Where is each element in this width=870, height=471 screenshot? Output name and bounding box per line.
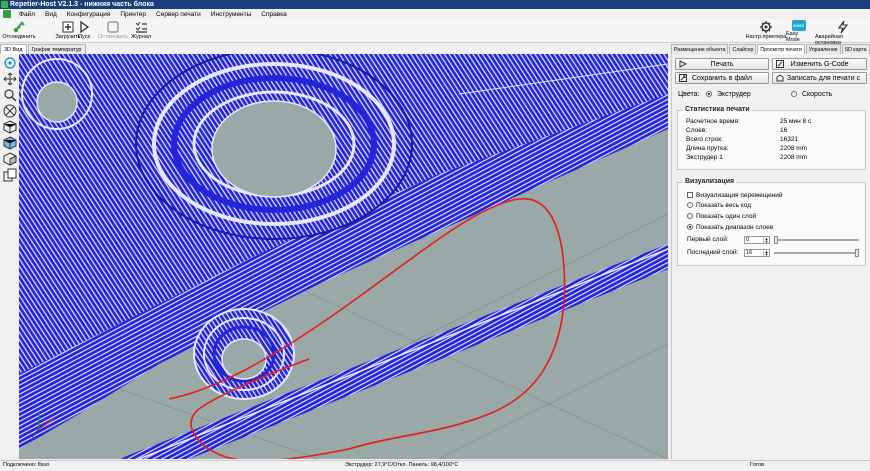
panel-tabs: Размещение объекта Слайсер Просмотр печа… xyxy=(671,44,870,54)
plug-icon xyxy=(13,21,25,33)
visualization-group: Визуализация Визуализация перемещений По… xyxy=(677,178,866,266)
tab-sd-card[interactable]: SD карта xyxy=(841,44,870,54)
tab-temperature-graph[interactable]: График температур xyxy=(27,44,86,54)
log-button[interactable]: Журнал xyxy=(131,20,151,42)
show-travel-option[interactable]: Визуализация перемещений xyxy=(687,192,783,199)
disconnect-button[interactable]: Отсоединить xyxy=(1,20,37,42)
menu-tools[interactable]: Инструменты xyxy=(211,11,252,18)
tab-object-placement[interactable]: Размещение объекта xyxy=(671,44,729,54)
tab-slicer[interactable]: Слайсер xyxy=(729,44,757,54)
print-preview-render[interactable] xyxy=(19,54,668,459)
last-layer-slider[interactable] xyxy=(774,249,859,257)
show-one-layer-radio[interactable] xyxy=(687,213,693,220)
gear-icon xyxy=(760,21,772,33)
colors-label: Цвета: xyxy=(678,91,700,98)
color-by-speed-radio[interactable] xyxy=(791,91,797,98)
first-layer-spinner[interactable]: 0 ▲ ▼ xyxy=(744,236,770,244)
log-icon xyxy=(135,21,147,33)
stat-row: Всего строк: 16321 xyxy=(686,136,799,143)
view-tabs: 3D Вид График температур xyxy=(0,44,668,54)
app-icon xyxy=(1,1,8,8)
print-button[interactable]: Печать xyxy=(675,58,769,70)
stop-icon xyxy=(107,21,119,33)
show-one-layer-option[interactable]: Показать один слой xyxy=(687,213,756,220)
menu-config[interactable]: Конфигурация xyxy=(67,11,111,18)
color-by-extruder-radio[interactable] xyxy=(706,91,712,98)
main-toolbar: Отсоединить Загрузить Пуск Остановить Жу… xyxy=(0,19,870,46)
emergency-stop-button[interactable]: Аварийная остановка xyxy=(815,20,870,46)
color-by-extruder-option[interactable]: Экструдер xyxy=(706,91,751,98)
first-layer-slider[interactable] xyxy=(774,236,859,244)
ready-status: Готов xyxy=(750,462,764,468)
zoom-view-icon[interactable] xyxy=(3,88,17,102)
color-by-speed-option[interactable]: Скорость xyxy=(791,91,832,98)
play-icon xyxy=(679,60,688,70)
spinner-arrows-icon[interactable]: ▲ ▼ xyxy=(763,237,769,244)
temperature-status: Экструдер: 27,9°C/Откл. Панель: 98,4/100… xyxy=(345,462,459,468)
move-view-icon[interactable] xyxy=(3,72,17,86)
stat-row: Расчетное время: 25 мин 8 с xyxy=(686,118,812,125)
last-layer-spinner[interactable]: 16 ▲ ▼ xyxy=(744,249,770,257)
lightning-icon xyxy=(837,20,848,34)
first-layer-label: Первый слой: xyxy=(687,236,729,243)
colors-row: Цвета: Экструдер Скорость xyxy=(678,91,868,98)
edit-icon xyxy=(776,60,784,70)
show-travel-checkbox[interactable] xyxy=(687,192,693,199)
first-layer-slider-thumb[interactable] xyxy=(774,236,778,244)
easy-mode-badge: EASY xyxy=(791,20,807,31)
app-menu-icon[interactable] xyxy=(3,10,11,18)
show-layer-range-option[interactable]: Показать диапазон слоев xyxy=(687,224,773,231)
title-bar: Repetier-Host V2.1.3 - нижняя часть блок… xyxy=(0,0,870,9)
show-layer-range-radio[interactable] xyxy=(687,224,693,231)
3d-viewport[interactable] xyxy=(19,54,668,459)
stat-row: Длина прутка: 2208 mm xyxy=(686,145,808,152)
print-preview-panel: Печать Изменить G-Code Сохранить в файл … xyxy=(671,54,870,459)
show-all-code-option[interactable]: Показать весь код xyxy=(687,202,751,209)
show-all-code-radio[interactable] xyxy=(687,202,693,209)
stat-row: Слоев: 16 xyxy=(686,127,788,134)
window-title: Repetier-Host V2.1.3 - нижняя часть блок… xyxy=(10,1,154,8)
load-icon xyxy=(62,21,74,33)
play-icon xyxy=(80,20,90,34)
rotate-view-icon[interactable] xyxy=(3,56,17,70)
tab-print-preview[interactable]: Просмотр печати xyxy=(757,44,805,54)
edit-gcode-button[interactable]: Изменить G-Code xyxy=(772,58,867,70)
top-view-icon[interactable] xyxy=(3,136,17,150)
tab-3d-view[interactable]: 3D Вид xyxy=(0,44,27,54)
save-to-file-button[interactable]: Сохранить в файл xyxy=(675,72,769,84)
menu-help[interactable]: Справка xyxy=(261,11,287,18)
print-statistics-group: Статистика печати Расчетное время: 25 мин… xyxy=(677,106,866,170)
menu-print-server[interactable]: Сервер печати xyxy=(156,11,201,18)
menu-printer[interactable]: Принтер xyxy=(120,11,146,18)
write-for-print-button[interactable]: Записать для печати с xyxy=(772,72,867,84)
view-tools xyxy=(0,54,19,459)
print-statistics-title: Статистика печати xyxy=(683,106,752,113)
status-bar: Подключено: flsun Экструдер: 27,9°C/Откл… xyxy=(0,460,870,471)
sd-write-icon xyxy=(776,74,784,84)
visualization-title: Визуализация xyxy=(683,178,737,185)
side-view-icon[interactable] xyxy=(3,152,17,166)
tab-control[interactable]: Управление xyxy=(805,44,841,54)
last-layer-slider-thumb[interactable] xyxy=(855,249,859,257)
objects-view-icon[interactable] xyxy=(3,168,17,182)
spinner-arrows-icon[interactable]: ▲ ▼ xyxy=(763,250,769,257)
menu-bar: Файл Вид Конфигурация Принтер Сервер печ… xyxy=(0,9,870,19)
export-icon xyxy=(679,74,687,84)
start-button[interactable]: Пуск xyxy=(77,20,91,42)
menu-view[interactable]: Вид xyxy=(45,11,57,18)
last-layer-label: Последний слой: xyxy=(687,249,739,256)
connection-status: Подключено: flsun xyxy=(3,462,50,468)
stop-button[interactable]: Остановить xyxy=(97,20,129,42)
printer-settings-button[interactable]: Настр.принтера xyxy=(746,20,786,42)
front-view-icon[interactable] xyxy=(3,104,17,118)
easy-mode-button[interactable]: EASY Easy Mode xyxy=(786,20,812,43)
menu-file[interactable]: Файл xyxy=(19,11,35,18)
stat-row: Экструдер 1 2208 mm xyxy=(686,154,808,161)
iso-view-icon[interactable] xyxy=(3,120,17,134)
